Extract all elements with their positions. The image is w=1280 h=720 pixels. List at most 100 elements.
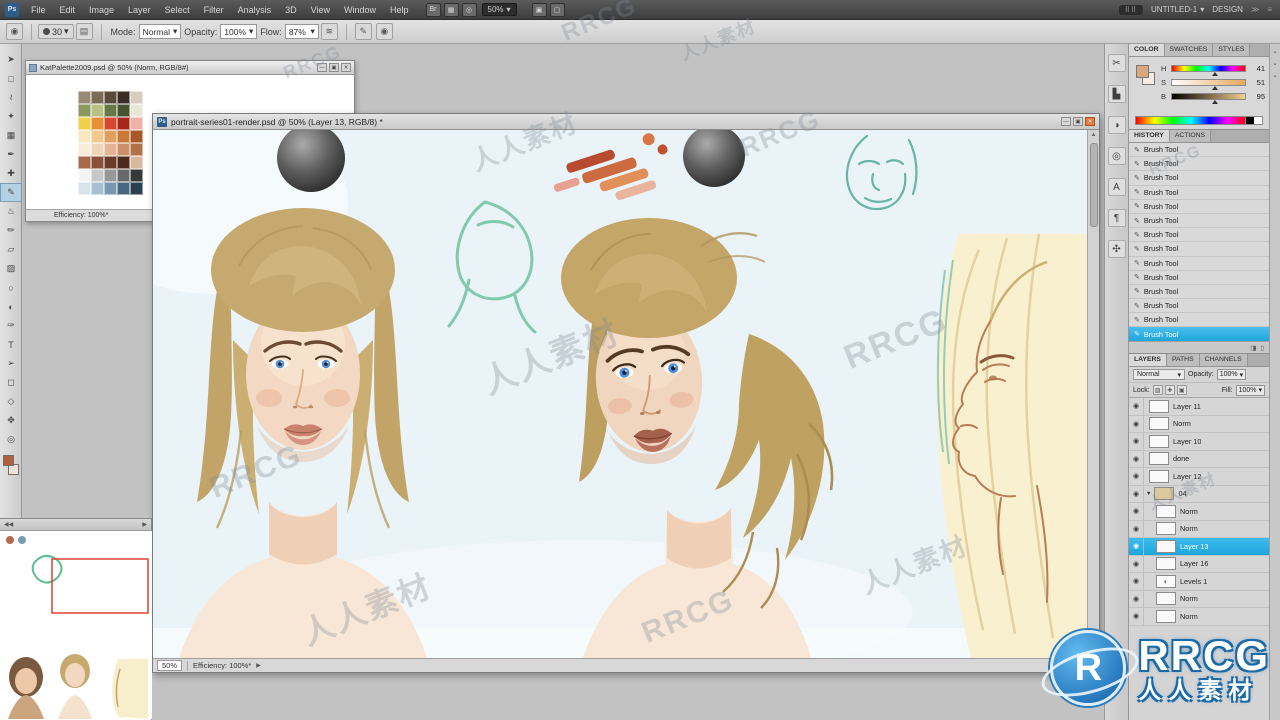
menu-icon[interactable]: ≡	[1267, 5, 1272, 14]
palette-swatch[interactable]	[104, 169, 117, 182]
layer-opacity-field[interactable]: 100% ▾	[1216, 369, 1247, 380]
palette-swatch[interactable]	[104, 156, 117, 169]
history-step[interactable]: ✎ Brush Tool	[1129, 313, 1269, 328]
menu-item[interactable]: File	[24, 0, 53, 20]
palette-swatch[interactable]	[91, 104, 104, 117]
menu-item[interactable]: Filter	[197, 0, 231, 20]
foreground-color-chip[interactable]	[1136, 65, 1149, 78]
arrange-documents-icon[interactable]: ▣	[531, 2, 547, 17]
layer-row[interactable]: ◉ Norm	[1129, 590, 1269, 608]
history-step[interactable]: ✎ Brush Tool	[1129, 270, 1269, 285]
layer-thumbnail[interactable]	[1149, 452, 1169, 466]
document-titlebar[interactable]: Ps portrait-series01-render.psd @ 50% (L…	[153, 114, 1099, 130]
type-tool[interactable]: T	[0, 335, 22, 354]
palette-swatch[interactable]	[104, 117, 117, 130]
blur-tool[interactable]: ○	[0, 278, 22, 297]
scrollbar-thumb[interactable]	[1089, 143, 1098, 227]
tool-preset-icon[interactable]: ◉	[6, 23, 23, 40]
zoom-tool-icon[interactable]: ◎	[461, 2, 477, 17]
tablet-pressure-opacity-icon[interactable]: ✎	[354, 23, 372, 40]
visibility-toggle-icon[interactable]: ◉	[1129, 573, 1144, 590]
layer-thumbnail[interactable]	[1149, 399, 1169, 413]
palette-swatch[interactable]	[104, 143, 117, 156]
palette-swatch[interactable]	[130, 130, 143, 143]
close-button[interactable]: ✕	[341, 63, 351, 72]
palette-swatch[interactable]	[130, 104, 143, 117]
close-button[interactable]: ✕	[1085, 117, 1095, 126]
color-spectrum-ramp[interactable]	[1135, 116, 1247, 125]
layer-row[interactable]: ◉ Norm	[1129, 608, 1269, 626]
slider-track[interactable]	[1171, 78, 1246, 90]
brush-tool[interactable]: ✎	[0, 183, 22, 202]
palette-swatch[interactable]	[91, 130, 104, 143]
palette-swatch[interactable]	[91, 91, 104, 104]
history-step[interactable]: ✎ Brush Tool	[1129, 242, 1269, 257]
shape-tool[interactable]: ◻	[0, 373, 22, 392]
history-step[interactable]: ✎ Brush Tool	[1129, 228, 1269, 243]
flow-field[interactable]: 87% ▾	[284, 24, 319, 39]
dodge-tool[interactable]: ◐	[0, 297, 22, 316]
eyedropper-tool[interactable]: ✒	[0, 145, 22, 164]
navigator-thumbnail[interactable]	[0, 531, 152, 719]
launch-bridge-icon[interactable]: Br	[425, 2, 441, 17]
menu-item[interactable]: Image	[82, 0, 121, 20]
palette-swatch[interactable]	[91, 169, 104, 182]
healing-brush-tool[interactable]: ✚	[0, 164, 22, 183]
menu-item[interactable]: View	[304, 0, 337, 20]
history-step[interactable]: ✎ Brush Tool	[1129, 213, 1269, 229]
workspace-switcher[interactable]: UNTITLED-1 ▾	[1151, 5, 1204, 14]
palette-swatch[interactable]	[117, 117, 130, 130]
black-white-ramp[interactable]	[1245, 116, 1263, 125]
history-brush-tool[interactable]: ✏	[0, 221, 22, 240]
palette-titlebar[interactable]: KatPalette2009.psd @ 50% (Norm, RGB/8#) …	[26, 61, 354, 75]
palette-swatch[interactable]	[91, 156, 104, 169]
palette-swatch[interactable]	[117, 182, 130, 195]
palette-swatch[interactable]	[130, 156, 143, 169]
palette-swatch[interactable]	[78, 117, 91, 130]
menu-item[interactable]: Layer	[121, 0, 158, 20]
visibility-toggle-icon[interactable]: ◉	[1129, 433, 1144, 450]
layer-row[interactable]: ◉ ▼ 04	[1129, 485, 1269, 503]
layer-thumbnail[interactable]	[1156, 609, 1176, 623]
mode-select[interactable]: Normal ▾	[138, 24, 182, 39]
history-step[interactable]: ✎ Brush Tool	[1129, 185, 1269, 200]
eraser-tool[interactable]: ▱	[0, 240, 22, 259]
slider-track[interactable]	[1171, 64, 1246, 76]
move-tool[interactable]: ➤	[0, 50, 22, 69]
visibility-toggle-icon[interactable]: ◉	[1129, 485, 1144, 502]
slider-marker-icon[interactable]	[1212, 85, 1219, 90]
palette-swatch[interactable]	[130, 169, 143, 182]
layer-row[interactable]: ◉ done	[1129, 450, 1269, 468]
palette-swatch[interactable]	[130, 143, 143, 156]
palette-swatch[interactable]	[130, 91, 143, 104]
crop-tool[interactable]: ▦	[0, 126, 22, 145]
tool-presets-icon[interactable]: ✣	[1107, 240, 1126, 258]
dock-grip-icon[interactable]: ▪	[1274, 62, 1276, 68]
menu-item[interactable]: Help	[383, 0, 416, 20]
layer-row[interactable]: ◉ Norm	[1129, 415, 1269, 433]
visibility-toggle-icon[interactable]: ◉	[1129, 468, 1144, 485]
palette-swatch[interactable]	[104, 130, 117, 143]
view-extras-icon[interactable]: ▦	[443, 2, 459, 17]
slider-marker-icon[interactable]	[1212, 71, 1219, 76]
visibility-toggle-icon[interactable]: ◉	[1129, 503, 1144, 520]
visibility-toggle-icon[interactable]: ◉	[1129, 398, 1144, 415]
zoom-field[interactable]: 50%	[157, 660, 183, 671]
slider-track[interactable]	[1171, 92, 1246, 104]
layer-row[interactable]: ◉ Norm	[1129, 520, 1269, 538]
history-step[interactable]: ✎ Brush Tool	[1129, 171, 1269, 186]
layer-row[interactable]: ◉ Norm	[1129, 503, 1269, 521]
lock-position-icon[interactable]: ✚	[1164, 385, 1175, 395]
menu-item[interactable]: Analysis	[231, 0, 279, 20]
palette-swatch[interactable]	[117, 91, 130, 104]
palette-swatch[interactable]	[117, 143, 130, 156]
visibility-toggle-icon[interactable]: ◉	[1129, 590, 1144, 607]
chevrons-icon[interactable]: ≫	[1251, 5, 1259, 14]
hand-tool[interactable]: ✥	[0, 411, 22, 430]
layer-thumbnail[interactable]	[1156, 539, 1176, 553]
menu-item[interactable]: Select	[158, 0, 197, 20]
zoom-level-field[interactable]: 50% ▾	[481, 3, 517, 16]
palette-swatch[interactable]	[117, 104, 130, 117]
zoom-tool[interactable]: ◎	[0, 430, 22, 449]
layer-fill-field[interactable]: 100% ▾	[1235, 384, 1265, 396]
